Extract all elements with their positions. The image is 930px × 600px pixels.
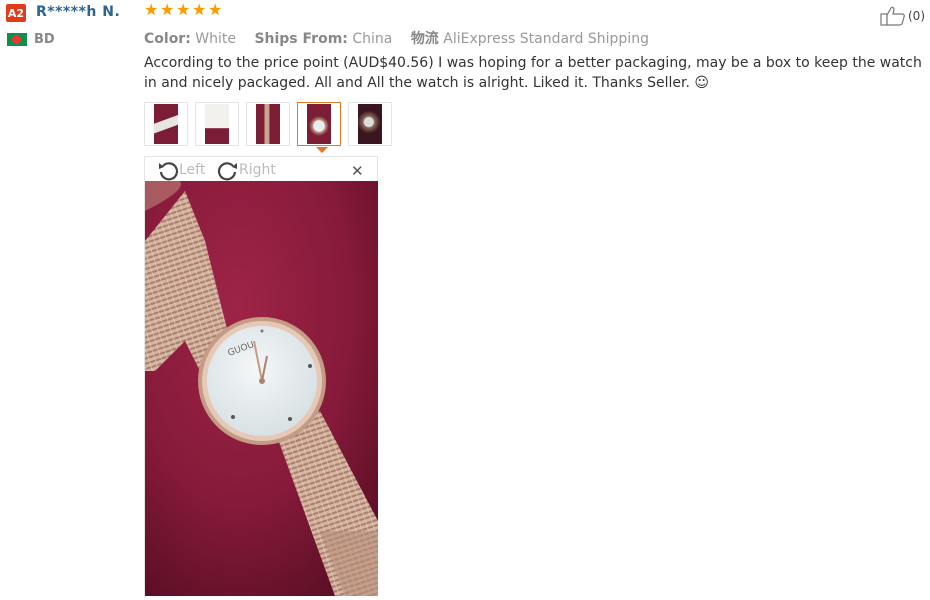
rotate-left-button[interactable]: Left — [157, 159, 205, 181]
rotate-right-button[interactable]: Right — [217, 159, 276, 181]
logistics-value: AliExpress Standard Shipping — [443, 31, 649, 47]
star-rating: ★ ★ ★ ★ ★ — [144, 2, 224, 18]
bangladesh-flag-icon — [7, 33, 27, 46]
photo-thumbnail[interactable] — [144, 102, 188, 146]
photo-thumbnail[interactable] — [246, 102, 290, 146]
logistics-label: 物流 — [410, 31, 439, 47]
rotate-left-icon — [159, 162, 179, 181]
helpful-like-button[interactable]: (0) — [880, 6, 925, 26]
selected-thumbnail-caret — [316, 147, 328, 153]
star-icon: ★ — [192, 0, 207, 19]
close-icon[interactable]: ✕ — [351, 162, 364, 180]
order-meta: Color: White Ships From: China 物流 AliExp… — [144, 28, 649, 48]
star-icon: ★ — [208, 0, 223, 19]
photo-thumbnail[interactable] — [348, 102, 392, 146]
review-photo-thumbnails — [144, 102, 399, 146]
ships-from-label: Ships From: — [254, 31, 348, 47]
reviewer-level-badge: A2 — [6, 4, 26, 22]
photo-thumbnail-selected[interactable] — [297, 102, 341, 146]
rotate-right-icon — [217, 162, 237, 181]
star-icon: ★ — [160, 0, 175, 19]
review-text: According to the price point (AUD$40.56)… — [144, 55, 922, 91]
rotate-right-label: Right — [239, 162, 276, 178]
thumbs-up-icon[interactable] — [880, 6, 906, 26]
like-count: (0) — [908, 9, 925, 23]
star-icon: ★ — [144, 0, 159, 19]
photo-viewer: Left Right ✕ GUOU — [144, 156, 378, 596]
color-value: White — [195, 31, 236, 47]
color-label: Color: — [144, 31, 191, 47]
reviewer-name: R*****h N. — [36, 4, 121, 20]
viewer-toolbar: Left Right ✕ — [145, 157, 377, 181]
ships-from-value: China — [352, 31, 393, 47]
watch-photo: GUOU — [145, 181, 378, 596]
rotate-left-label: Left — [179, 162, 206, 178]
reviewer-country: BD — [34, 32, 55, 47]
star-icon: ★ — [176, 0, 191, 19]
photo-thumbnail[interactable] — [195, 102, 239, 146]
